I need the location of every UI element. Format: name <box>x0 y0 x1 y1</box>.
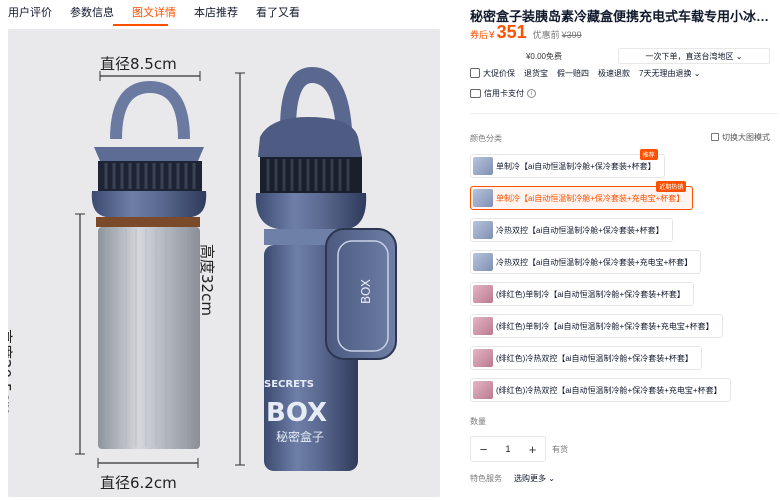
option-label: (绯红色)单制冷【ai自动恒温制冷舱+保冷套装+杯套】 <box>496 289 685 299</box>
price-label: 券后 <box>470 30 489 40</box>
divider <box>470 113 778 114</box>
detail-tabs: 用户评价 参数信息 图文详情 本店推荐 看了又看 <box>0 0 470 26</box>
decrement-button[interactable]: − <box>471 442 496 457</box>
color-option[interactable]: 单制冷【ai自动恒温制冷舱+保冷套装+杯套】 推荐 <box>470 149 665 178</box>
option-thumbnail <box>473 189 493 207</box>
option-label: (绯红色)单制冷【ai自动恒温制冷舱+保冷套装+充电宝+杯套】 <box>496 321 714 331</box>
service-tag: 7天无理由退换 ⌄ <box>639 68 700 79</box>
features-label: 特色服务 <box>470 474 502 483</box>
option-label: 单制冷【ai自动恒温制冷舱+保冷套装+充电宝+杯套】 <box>496 193 685 203</box>
service-label: 大促价保 <box>483 69 515 78</box>
option-thumbnail <box>473 285 493 303</box>
brand-text: SECRETS <box>264 379 314 390</box>
color-option[interactable]: (绯红色)冷热双控【ai自动恒温制冷舱+保冷套装+杯套】 <box>470 346 702 370</box>
option-label: 冷热双控【ai自动恒温制冷舱+保冷套装+充电宝+杯套】 <box>496 257 693 267</box>
option-thumbnail <box>473 157 493 175</box>
tab-reviews[interactable]: 用户评价 <box>0 0 61 26</box>
shield-icon <box>470 68 480 78</box>
price-row: 券后 ¥ 351 优惠前 ¥399 <box>470 22 582 42</box>
color-option-selected[interactable]: 单制冷【ai自动恒温制冷舱+保冷套装+充电宝+杯套】 近期热销 <box>470 181 694 210</box>
color-section-header: 颜色分类 切换大图模式 <box>470 133 778 144</box>
features-more-button[interactable]: 选购更多 ⌄ <box>514 473 555 484</box>
color-option[interactable]: 冷热双控【ai自动恒温制冷舱+保冷套装+充电宝+杯套】 <box>470 250 702 274</box>
orig-price: ¥399 <box>561 30 582 40</box>
info-icon[interactable]: i <box>527 89 536 98</box>
service-tag: 假一赔四 <box>557 69 589 78</box>
option-label: 单制冷【ai自动恒温制冷舱+保冷套装+杯套】 <box>496 161 656 171</box>
option-thumbnail <box>473 221 493 239</box>
option-label: 冷热双控【ai自动恒温制冷舱+保冷套装+杯套】 <box>496 225 664 235</box>
shipping-fee: ¥0.00免费 <box>525 51 563 61</box>
chevron-down-icon: ⌄ <box>693 69 701 78</box>
option-thumbnail <box>473 381 493 399</box>
credit-card-icon <box>470 89 481 98</box>
option-badge: 近期热销 <box>656 181 687 192</box>
option-thumbnail <box>473 349 493 367</box>
option-thumbnail <box>473 317 493 335</box>
product-image[interactable]: BOX SECRETS BOX 秘密盒子 直径8.5cm 直径6.2cm 高度2… <box>8 29 440 497</box>
product-info-panel: 秘密盒子装胰岛素冷藏盒便携充电式车载专用小冰箱... 券后 ¥ 351 优惠前 … <box>470 0 780 501</box>
svg-text:BOX: BOX <box>359 279 373 304</box>
shipping-region-select[interactable]: 一次下单，直送台湾地区 ⌄ <box>618 48 770 64</box>
shipping-row: ¥0.00免费 一次下单，直送台湾地区 ⌄ <box>470 48 770 64</box>
price-currency: ¥ <box>489 30 495 41</box>
color-option[interactable]: (绯红色)冷热双控【ai自动恒温制冷舱+保冷套装+充电宝+杯套】 <box>470 378 731 402</box>
option-label: (绯红色)冷热双控【ai自动恒温制冷舱+保冷套装+杯套】 <box>496 353 693 363</box>
option-badge: 推荐 <box>639 149 658 160</box>
shipping-region: 一次下单，直送台湾地区 <box>645 52 734 61</box>
dim-diameter-top: 直径8.5cm <box>100 55 177 73</box>
tab-store-recommend[interactable]: 本店推荐 <box>185 0 247 26</box>
service-tags[interactable]: 大促价保 退货宝 假一赔四 极速退款 7天无理由退换 ⌄ <box>470 68 770 79</box>
option-label: (绯红色)冷热双控【ai自动恒温制冷舱+保冷套装+充电宝+杯套】 <box>496 385 722 395</box>
color-option[interactable]: (绯红色)单制冷【ai自动恒温制冷舱+保冷套装+充电宝+杯套】 <box>470 314 723 338</box>
dim-diameter-bottom: 直径6.2cm <box>100 474 177 492</box>
switch-view-label: 切换大图模式 <box>722 133 770 142</box>
tab-params[interactable]: 参数信息 <box>61 0 123 26</box>
increment-button[interactable]: + <box>520 442 545 457</box>
features-more-label: 选购更多 <box>514 474 546 483</box>
payment-row: 信用卡支付 i <box>470 88 536 99</box>
page: 用户评价 参数信息 图文详情 本店推荐 看了又看 BOX SECRETS BOX… <box>0 0 780 501</box>
grid-icon <box>711 133 719 141</box>
dim-height-right: 高度32cm <box>198 244 216 316</box>
quantity-label: 数量 <box>470 417 486 426</box>
quantity-stepper: − 1 + <box>470 436 546 462</box>
stock-status: 有货 <box>552 445 568 454</box>
service-tag: 大促价保 <box>470 68 515 79</box>
price-value: 351 <box>496 22 527 42</box>
brand-cn: 秘密盒子 <box>276 429 324 444</box>
svg-text:BOX: BOX <box>266 398 327 428</box>
color-option[interactable]: 冷热双控【ai自动恒温制冷舱+保冷套装+杯套】 <box>470 218 673 242</box>
option-thumbnail <box>473 253 493 271</box>
tab-details[interactable]: 图文详情 <box>123 0 185 26</box>
color-option[interactable]: (绯红色)单制冷【ai自动恒温制冷舱+保冷套装+杯套】 <box>470 282 694 306</box>
product-illustration: BOX SECRETS BOX 秘密盒子 <box>75 66 397 471</box>
tab-also-viewed[interactable]: 看了又看 <box>247 0 309 26</box>
switch-view-button[interactable]: 切换大图模式 <box>711 132 770 143</box>
service-tag: 极速退款 <box>598 69 630 78</box>
service-label: 7天无理由退换 <box>639 69 692 78</box>
active-tab-indicator <box>113 24 168 26</box>
orig-price-label: 优惠前 <box>532 30 560 40</box>
chevron-down-icon: ⌄ <box>548 474 555 483</box>
service-tag: 退货宝 <box>524 69 548 78</box>
payment-label: 信用卡支付 <box>484 89 524 98</box>
dim-height-left: 高度20.5cm <box>8 329 14 416</box>
color-section-label: 颜色分类 <box>470 134 502 143</box>
quantity-input[interactable]: 1 <box>496 444 520 454</box>
chevron-down-icon: ⌄ <box>735 52 743 61</box>
